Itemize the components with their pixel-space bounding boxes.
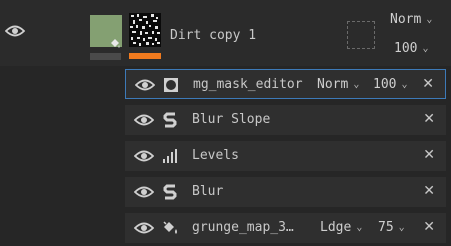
close-icon[interactable]: ✕	[423, 219, 435, 235]
layer-blend-mode-value: Norm	[390, 12, 422, 27]
chevron-down-icon: ⌄	[356, 222, 363, 233]
chevron-down-icon: ⌄	[353, 79, 360, 90]
layer-blend-mode-dropdown[interactable]: Norm ⌄	[390, 12, 432, 27]
circle-square-icon	[163, 77, 179, 93]
effect-visibility-eye-icon[interactable]	[134, 221, 154, 235]
layer-row[interactable]: Dirt copy 1 Norm ⌄ 100 ⌄	[0, 0, 451, 66]
effect-visibility-eye-icon[interactable]	[134, 113, 154, 127]
effect-opacity-value: 100	[373, 77, 397, 92]
effect-opacity-dropdown[interactable]: 100 ⌄	[373, 77, 408, 92]
effect-name: mg_mask_editor	[193, 77, 303, 92]
effect-name: Blur	[192, 184, 224, 199]
substance-s-icon	[162, 112, 178, 128]
effect-blend-mode-value: Norm	[317, 77, 349, 92]
effect-visibility-eye-icon[interactable]	[134, 149, 154, 163]
effect-opacity-dropdown[interactable]: 75 ⌄	[378, 220, 405, 235]
effect-blend-mode-value: Ldge	[320, 220, 352, 235]
close-icon[interactable]: ✕	[423, 111, 435, 127]
layer-opacity-value: 100	[394, 41, 418, 56]
effect-row-blur[interactable]: Blur ✕	[125, 177, 446, 207]
layer-opacity-dropdown[interactable]: 100 ⌄	[394, 41, 429, 56]
effect-name: grunge_map_3…	[192, 220, 294, 235]
effect-row-blur-slope[interactable]: Blur Slope ✕	[125, 105, 446, 135]
effect-visibility-eye-icon[interactable]	[135, 78, 155, 92]
levels-bars-icon	[162, 148, 178, 164]
effect-row-levels[interactable]: Levels ✕	[125, 141, 446, 171]
effect-visibility-eye-icon[interactable]	[134, 185, 154, 199]
chevron-down-icon: ⌄	[426, 14, 433, 25]
layer-visibility-eye-icon[interactable]	[5, 24, 25, 38]
substance-s-icon	[162, 184, 178, 200]
chevron-down-icon: ⌄	[422, 43, 429, 54]
effect-name: Levels	[192, 148, 239, 163]
mask-thumbnail[interactable]	[129, 13, 161, 47]
close-icon[interactable]: ✕	[422, 76, 434, 92]
paint-bucket-icon	[162, 220, 178, 236]
fill-thumbnail-bar	[90, 53, 121, 60]
effect-name: Blur Slope	[192, 112, 271, 127]
effect-row-grunge-map[interactable]: grunge_map_3… Ldge ⌄ 75 ⌄ ✕	[125, 213, 446, 243]
close-icon[interactable]: ✕	[423, 147, 435, 163]
layer-name[interactable]: Dirt copy 1	[170, 28, 256, 43]
effect-blend-mode-dropdown[interactable]: Ldge ⌄	[320, 220, 362, 235]
chevron-down-icon: ⌄	[401, 79, 408, 90]
mask-active-bar	[129, 53, 161, 59]
effect-row-mg-mask-editor[interactable]: mg_mask_editor Norm ⌄ 100 ⌄ ✕	[125, 69, 446, 99]
chevron-down-icon: ⌄	[398, 222, 405, 233]
effect-opacity-value: 75	[378, 220, 394, 235]
empty-mask-slot[interactable]	[347, 21, 375, 49]
fill-bucket-icon	[109, 35, 121, 48]
close-icon[interactable]: ✕	[423, 183, 435, 199]
effect-blend-mode-dropdown[interactable]: Norm ⌄	[317, 77, 359, 92]
